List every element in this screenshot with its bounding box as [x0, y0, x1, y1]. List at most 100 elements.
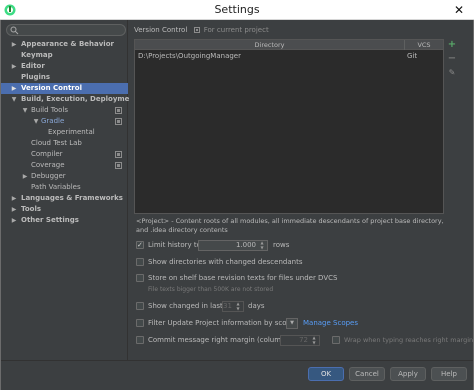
show-changed-last-value: 31: [223, 302, 232, 310]
show-changed-last-option: Show changed in last 31 ▲ ▼ days: [136, 301, 466, 312]
column-header-vcs[interactable]: VCS: [405, 40, 443, 50]
wrap-margin-checkbox[interactable]: [332, 336, 340, 344]
commit-margin-spinner[interactable]: 72 ▲ ▼: [280, 335, 320, 346]
tree-item-label: Editor: [21, 62, 45, 70]
wrap-margin-label: Wrap when typing reaches right margin: [344, 336, 474, 344]
tree-item-label: Build Tools: [31, 106, 69, 114]
store-shelf-option: Store on shelf base revision texts for f…: [136, 273, 466, 284]
tree-item-label: Version Control: [21, 84, 82, 92]
tree-item-path-variables[interactable]: Path Variables: [1, 182, 128, 193]
tree-item-build-tools[interactable]: ▼ Build Tools: [1, 105, 128, 116]
close-button[interactable]: ✕: [444, 0, 474, 20]
apply-button[interactable]: Apply: [390, 367, 426, 381]
search-input[interactable]: [21, 25, 121, 35]
tree-item-label: Path Variables: [31, 183, 81, 191]
add-icon[interactable]: +: [447, 40, 457, 50]
chevron-down-icon: ▼: [22, 107, 28, 114]
spinner-arrows-icon[interactable]: ▲ ▼: [258, 240, 266, 250]
dialog-button-bar: OK Cancel Apply Help: [1, 360, 473, 390]
tree-item-label: Languages & Frameworks: [21, 194, 123, 202]
project-scope-icon: [115, 118, 122, 125]
tree-item-label: Build, Execution, Deployment: [21, 95, 138, 103]
vcs-mappings-table[interactable]: Directory VCS D:\Projects\OutgoingManage…: [134, 39, 444, 214]
store-shelf-hint-row: File texts bigger than 500K are not stor…: [136, 284, 466, 295]
limit-history-spinner[interactable]: 1.000 ▲ ▼: [198, 240, 268, 251]
window-title: Settings: [214, 3, 260, 16]
tree-item-gradle[interactable]: ▼ Gradle: [1, 116, 128, 127]
chevron-down-icon: ▼: [33, 118, 39, 125]
tree-item-cloud-test-lab[interactable]: Cloud Test Lab: [1, 138, 128, 149]
remove-icon[interactable]: −: [447, 54, 457, 64]
filter-update-checkbox[interactable]: [136, 319, 144, 327]
search-box[interactable]: [6, 24, 126, 36]
show-changed-dirs-checkbox[interactable]: [136, 258, 144, 266]
chevron-right-icon: ▶: [11, 63, 17, 70]
project-scope-icon: [193, 27, 200, 33]
close-icon: ✕: [453, 3, 465, 17]
tree-item-coverage[interactable]: Coverage: [1, 160, 128, 171]
show-changed-last-label: Show changed in last: [148, 302, 223, 310]
commit-margin-checkbox[interactable]: [136, 336, 144, 344]
chevron-right-icon: ▶: [11, 206, 17, 213]
tree-item-version-control[interactable]: ▶ Version Control: [1, 83, 128, 94]
show-changed-dirs-label: Show directories with changed descendant…: [148, 258, 303, 266]
breadcrumb-scope: For current project: [203, 26, 269, 34]
tree-item-languages-frameworks[interactable]: ▶ Languages & Frameworks: [1, 193, 128, 204]
tree-item-compiler[interactable]: Compiler: [1, 149, 128, 160]
tree-item-experimental[interactable]: Experimental: [1, 127, 128, 138]
show-changed-last-checkbox[interactable]: [136, 302, 144, 310]
limit-history-option: Limit history to: 1.000 ▲▼ rows: [136, 240, 466, 251]
chevron-right-icon: ▶: [11, 195, 17, 202]
tree-item-debugger[interactable]: ▶ Debugger: [1, 171, 128, 182]
tree-item-appearance-behavior[interactable]: ▶ Appearance & Behavior: [1, 39, 128, 50]
project-scope-icon: [115, 151, 122, 158]
tree-item-keymap[interactable]: Keymap: [1, 50, 128, 61]
cancel-button[interactable]: Cancel: [349, 367, 385, 381]
spinner-arrows-icon[interactable]: ▲ ▼: [310, 335, 318, 345]
chevron-right-icon: ▶: [11, 217, 17, 224]
spinner-arrows-icon[interactable]: ▲ ▼: [234, 301, 242, 311]
store-shelf-checkbox[interactable]: [136, 274, 144, 282]
scope-dropdown[interactable]: ▼: [286, 318, 298, 329]
show-changed-last-spinner[interactable]: 31 ▲ ▼: [222, 301, 244, 312]
limit-history-label: Limit history to:: [148, 241, 204, 249]
filter-update-label: Filter Update Project information by sco…: [148, 319, 296, 327]
cell-vcs: Git: [407, 52, 418, 60]
help-button[interactable]: Help: [431, 367, 467, 381]
tree-item-label: Appearance & Behavior: [21, 40, 114, 48]
commit-margin-label: Commit message right margin (columns):: [148, 336, 295, 344]
project-scope-icon: [115, 162, 122, 169]
table-row[interactable]: D:\Projects\OutgoingManager Git: [135, 51, 443, 62]
limit-history-value: 1.000: [235, 241, 256, 249]
tree-item-editor[interactable]: ▶ Editor: [1, 61, 128, 72]
manage-scopes-link[interactable]: Manage Scopes: [303, 318, 358, 329]
tree-item-label: Cloud Test Lab: [31, 139, 82, 147]
limit-history-suffix: rows: [273, 241, 290, 249]
ok-button[interactable]: OK: [308, 367, 344, 381]
tree-item-build-execution-deployment[interactable]: ▼ Build, Execution, Deployment: [1, 94, 138, 105]
tree-item-label: Other Settings: [21, 216, 79, 224]
breadcrumb: Version Control For current project: [134, 25, 269, 35]
column-header-directory[interactable]: Directory: [135, 40, 405, 50]
store-shelf-hint: File texts bigger than 500K are not stor…: [148, 286, 274, 293]
tree-item-tools[interactable]: ▶ Tools: [1, 204, 128, 215]
tree-item-label: Gradle: [41, 117, 65, 125]
commit-margin-value: 72: [299, 336, 308, 344]
chevron-right-icon: ▶: [11, 41, 17, 48]
show-changed-dirs-option: Show directories with changed descendant…: [136, 257, 466, 268]
show-changed-last-suffix: days: [248, 302, 265, 310]
breadcrumb-section: Version Control: [134, 26, 188, 34]
title-bar: Settings ✕: [0, 0, 474, 20]
edit-icon[interactable]: ✎: [447, 68, 457, 78]
tree-item-other-settings[interactable]: ▶ Other Settings: [1, 215, 128, 226]
settings-content: Version Control For current project Dire…: [129, 20, 473, 360]
directory-note: <Project> - Content roots of all modules…: [136, 217, 444, 234]
tree-item-label: Keymap: [21, 51, 53, 59]
search-icon: [10, 26, 19, 35]
limit-history-checkbox[interactable]: [136, 240, 144, 251]
tree-item-label: Debugger: [31, 172, 66, 180]
chevron-down-icon: ▼: [290, 320, 294, 326]
chevron-right-icon: ▶: [22, 173, 28, 180]
tree-item-plugins[interactable]: Plugins: [1, 72, 128, 83]
tree-item-label: Plugins: [21, 73, 51, 81]
